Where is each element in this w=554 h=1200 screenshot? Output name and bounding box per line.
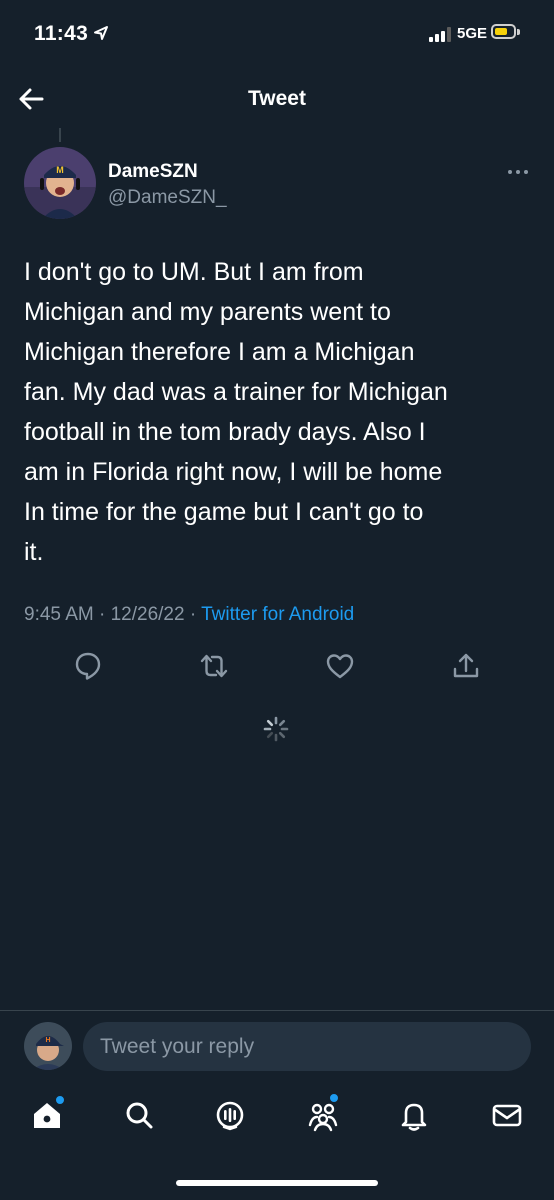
svg-text:H: H bbox=[45, 1037, 50, 1044]
author-handle[interactable]: @DameSZN_ bbox=[108, 187, 227, 209]
retweet-icon[interactable] bbox=[198, 650, 230, 682]
tweet-detail-screen: 11:43 5GE Tweet M DameSZN @DameSZN_ I do… bbox=[0, 0, 554, 1200]
user-avatar[interactable]: H bbox=[24, 1022, 72, 1070]
reply-input[interactable]: Tweet your reply bbox=[83, 1022, 531, 1071]
spaces-icon[interactable] bbox=[213, 1098, 247, 1132]
loading-spinner-icon bbox=[263, 716, 289, 742]
home-indicator[interactable] bbox=[176, 1180, 378, 1186]
meta-separator: · bbox=[189, 604, 197, 625]
like-icon[interactable] bbox=[324, 650, 356, 682]
search-icon[interactable] bbox=[122, 1098, 156, 1132]
messages-icon[interactable] bbox=[490, 1098, 524, 1132]
meta-separator: · bbox=[99, 604, 106, 625]
tweet-date: 12/26/22 bbox=[110, 604, 185, 625]
home-notification-dot bbox=[54, 1094, 66, 1106]
page-title: Tweet bbox=[248, 87, 306, 110]
svg-text:M: M bbox=[56, 165, 64, 175]
reply-icon[interactable] bbox=[72, 650, 104, 682]
reply-bar-divider bbox=[0, 1010, 554, 1011]
bottom-tab-bar bbox=[0, 1088, 554, 1148]
top-app-bar: Tweet bbox=[0, 70, 554, 128]
share-icon[interactable] bbox=[450, 650, 482, 682]
tweet-source-link[interactable]: Twitter for Android bbox=[201, 604, 354, 625]
status-bar: 11:43 5GE bbox=[0, 0, 554, 70]
tweet-metadata: 9:45 AM · 12/26/22 · Twitter for Android bbox=[24, 604, 354, 626]
notifications-icon[interactable] bbox=[397, 1098, 431, 1132]
communities-notification-dot bbox=[328, 1092, 340, 1104]
thread-connector-line bbox=[59, 128, 61, 142]
tweet-actions bbox=[0, 650, 554, 684]
tweet-text: I don't go to UM. But I am from Michigan… bbox=[24, 258, 448, 566]
author-avatar[interactable]: M bbox=[24, 147, 96, 219]
battery-icon bbox=[491, 24, 516, 39]
status-time: 11:43 bbox=[34, 22, 89, 45]
network-type: 5GE bbox=[457, 25, 488, 42]
tweet-time: 9:45 AM bbox=[24, 604, 94, 625]
location-arrow-icon bbox=[94, 26, 108, 40]
author-name[interactable]: DameSZN bbox=[108, 161, 198, 183]
cellular-signal-icon bbox=[429, 26, 453, 42]
more-options-icon[interactable] bbox=[502, 160, 534, 182]
